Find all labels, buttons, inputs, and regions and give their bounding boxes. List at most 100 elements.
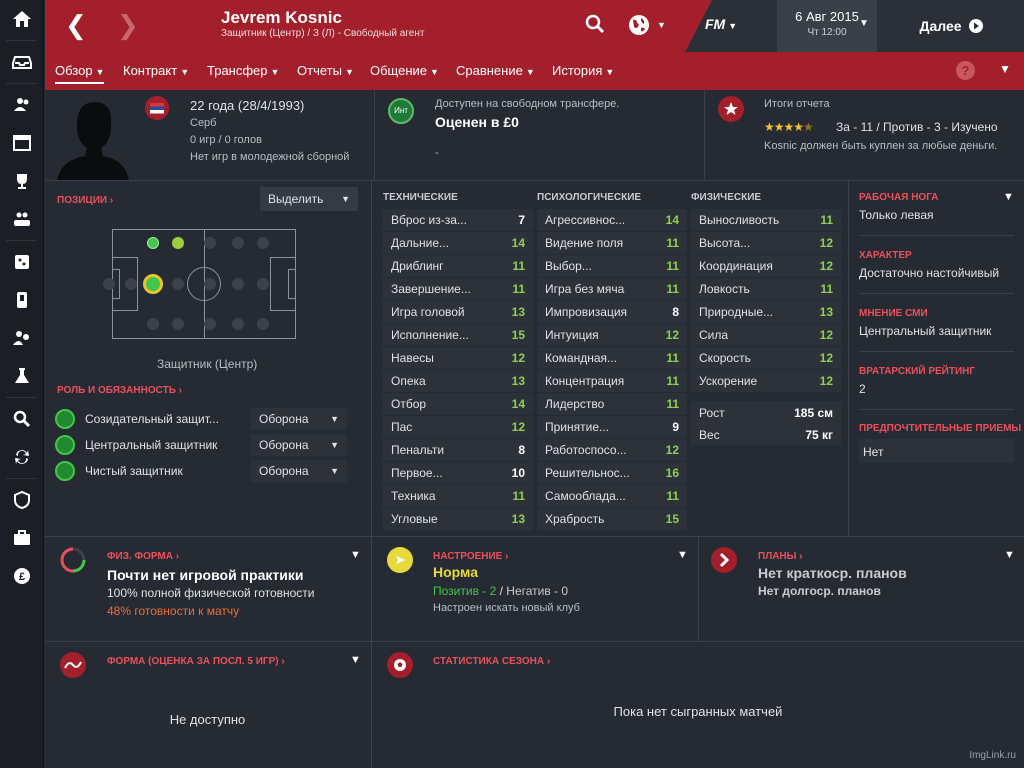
- attribute-row[interactable]: Пенальти 8: [383, 439, 533, 461]
- attribute-row[interactable]: Дальние... 14: [383, 232, 533, 254]
- attribute-row[interactable]: Игра без мяча 11: [537, 278, 687, 300]
- attribute-row[interactable]: Дриблинг 11: [383, 255, 533, 277]
- positions-title[interactable]: ПОЗИЦИИ ›: [57, 195, 113, 206]
- attribute-row[interactable]: Угловые 13: [383, 508, 533, 530]
- scouting-icon[interactable]: [0, 319, 44, 357]
- club-shield-icon[interactable]: [0, 481, 44, 519]
- chevron-down-icon[interactable]: ▼: [677, 549, 688, 561]
- attribute-row[interactable]: Принятие... 9: [537, 416, 687, 438]
- attribute-row[interactable]: Пас 12: [383, 416, 533, 438]
- attribute-row[interactable]: Концентрация 11: [537, 370, 687, 392]
- duty-select[interactable]: Оборона ▼: [251, 460, 347, 482]
- attribute-row[interactable]: Видение поля 11: [537, 232, 687, 254]
- attribute-row[interactable]: Лидерство 11: [537, 393, 687, 415]
- plans-title[interactable]: ПЛАНЫ ›: [758, 551, 803, 562]
- chevron-down-icon[interactable]: ▼: [350, 654, 361, 666]
- attribute-row[interactable]: Решительнос... 16: [537, 462, 687, 484]
- attribute-name: Интуиция: [545, 328, 599, 342]
- role-duty-title[interactable]: РОЛЬ И ОБЯЗАННОСТЬ ›: [57, 385, 182, 396]
- attribute-row[interactable]: Выносливость 11: [691, 209, 841, 231]
- inbox-icon[interactable]: [0, 43, 44, 81]
- attribute-row[interactable]: Самооблада... 11: [537, 485, 687, 507]
- height-label: Рост: [699, 406, 725, 420]
- attribute-row[interactable]: Отбор 14: [383, 393, 533, 415]
- attribute-row[interactable]: Природные... 13: [691, 301, 841, 323]
- medical-icon[interactable]: [0, 281, 44, 319]
- finances-icon[interactable]: £: [0, 557, 44, 595]
- world-menu[interactable]: ▼: [628, 14, 666, 36]
- tab-overview[interactable]: Обзор ▼: [55, 63, 105, 84]
- attribute-row[interactable]: Импровизация 8: [537, 301, 687, 323]
- tab-comparison[interactable]: Сравнение ▼: [456, 63, 535, 78]
- search-sidebar-icon[interactable]: [0, 400, 44, 438]
- weight-value: 75 кг: [805, 428, 833, 442]
- training-icon[interactable]: [0, 243, 44, 281]
- form-empty: Не доступно: [169, 712, 246, 727]
- duty-select[interactable]: Оборона ▼: [251, 434, 347, 456]
- media-value: Центральный защитник: [859, 324, 992, 338]
- chevron-down-icon[interactable]: ▼: [350, 549, 361, 561]
- attribute-row[interactable]: Первое... 10: [383, 462, 533, 484]
- season-stats-title[interactable]: СТАТИСТИКА СЕЗОНА ›: [433, 656, 550, 667]
- duty-select[interactable]: Оборона ▼: [251, 408, 347, 430]
- attribute-row[interactable]: Координация 12: [691, 255, 841, 277]
- attribute-row[interactable]: Храбрость 15: [537, 508, 687, 530]
- tab-transfer[interactable]: Трансфер ▼: [207, 63, 279, 78]
- attribute-value: 12: [511, 351, 525, 365]
- attribute-row[interactable]: Навесы 12: [383, 347, 533, 369]
- attribute-row[interactable]: Исполнение... 15: [383, 324, 533, 346]
- continue-button[interactable]: Далее: [878, 0, 1024, 52]
- attribute-row[interactable]: Сила 12: [691, 324, 841, 346]
- tab-reports[interactable]: Отчеты ▼: [297, 63, 354, 78]
- tab-contract[interactable]: Контракт ▼: [123, 63, 189, 78]
- attribute-row[interactable]: Вброс из-за... 7: [383, 209, 533, 231]
- ppm-value: Нет: [859, 439, 1014, 463]
- forward-arrow-icon[interactable]: ❯: [117, 12, 139, 38]
- chevron-down-icon[interactable]: ▼: [1003, 191, 1014, 203]
- form-title[interactable]: ФОРМА (ОЦЕНКА ЗА ПОСЛ. 5 ИГР) ›: [107, 656, 285, 667]
- chevron-down-icon[interactable]: ▼: [999, 62, 1011, 76]
- attribute-row[interactable]: Завершение... 11: [383, 278, 533, 300]
- condition-title[interactable]: ФИЗ. ФОРМА ›: [107, 551, 179, 562]
- value-dash: -: [435, 147, 439, 159]
- attribute-name: Пас: [391, 420, 413, 434]
- attribute-row[interactable]: Интуиция 12: [537, 324, 687, 346]
- attribute-row[interactable]: Работоспосо... 12: [537, 439, 687, 461]
- date-display[interactable]: 6 Авг 2015 Чт 12:00 ▼: [777, 0, 877, 52]
- tab-interaction[interactable]: Общение ▼: [370, 63, 439, 78]
- attribute-row[interactable]: Командная... 11: [537, 347, 687, 369]
- back-arrow-icon[interactable]: ❮: [65, 12, 87, 38]
- attribute-value: 8: [672, 305, 679, 319]
- form-chart-icon: [60, 652, 86, 678]
- fm-logo[interactable]: FM ▼: [705, 16, 737, 32]
- briefcase-icon[interactable]: [0, 519, 44, 557]
- attribute-row[interactable]: Выбор... 11: [537, 255, 687, 277]
- morale-title[interactable]: НАСТРОЕНИЕ ›: [433, 551, 508, 562]
- height-value: 185 см: [794, 406, 833, 420]
- trophy-icon[interactable]: [0, 162, 44, 200]
- development-icon[interactable]: [0, 357, 44, 395]
- help-icon[interactable]: ?: [956, 61, 975, 80]
- season-stats-panel: СТАТИСТИКА СЕЗОНА › Пока нет сыгранных м…: [372, 642, 1024, 768]
- attribute-name: Игра без мяча: [545, 282, 625, 296]
- chevron-down-icon[interactable]: ▼: [1004, 549, 1015, 561]
- attribute-row[interactable]: Агрессивнос... 14: [537, 209, 687, 231]
- tab-history[interactable]: История ▼: [552, 63, 614, 78]
- attribute-row[interactable]: Техника 11: [383, 485, 533, 507]
- highlight-select[interactable]: Выделить ▼: [260, 187, 358, 211]
- squad-icon[interactable]: [0, 86, 44, 124]
- staff-icon[interactable]: [0, 200, 44, 238]
- attribute-name: Исполнение...: [391, 328, 469, 342]
- attribute-row[interactable]: Ускорение 12: [691, 370, 841, 392]
- attribute-row[interactable]: Игра головой 13: [383, 301, 533, 323]
- attribute-row[interactable]: Скорость 12: [691, 347, 841, 369]
- attribute-name: Высота...: [699, 236, 751, 250]
- transfers-icon[interactable]: [0, 438, 44, 476]
- attribute-row[interactable]: Опека 13: [383, 370, 533, 392]
- tactics-icon[interactable]: [0, 124, 44, 162]
- player-nationality: Серб: [190, 117, 217, 129]
- home-icon[interactable]: [0, 0, 44, 38]
- attribute-row[interactable]: Ловкость 11: [691, 278, 841, 300]
- search-icon[interactable]: [585, 14, 605, 37]
- attribute-row[interactable]: Высота... 12: [691, 232, 841, 254]
